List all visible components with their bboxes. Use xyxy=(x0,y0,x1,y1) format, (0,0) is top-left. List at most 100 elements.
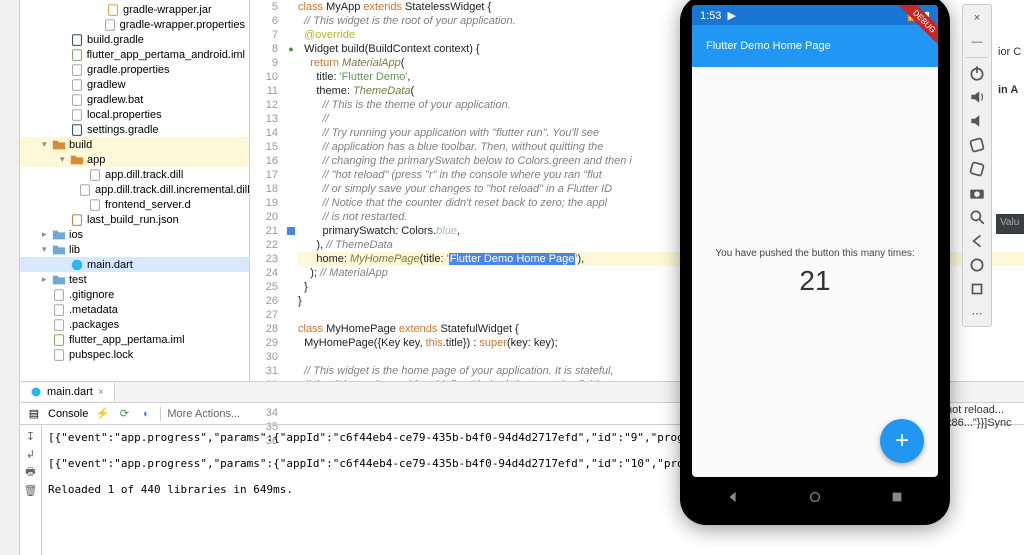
home-icon[interactable] xyxy=(968,256,986,274)
tree-item-label: ios xyxy=(69,229,83,241)
tree-item[interactable]: gradle.properties xyxy=(20,62,249,77)
tree-item[interactable]: build.gradle xyxy=(20,32,249,47)
tree-item[interactable]: pubspec.lock xyxy=(20,347,249,362)
iml-icon xyxy=(52,333,66,347)
behind-console-text: hot reload... x86..."}}]Sync xyxy=(946,403,1012,429)
devtools-icon[interactable]: ◐ xyxy=(138,406,154,422)
power-icon[interactable] xyxy=(968,64,986,82)
file-icon xyxy=(70,63,84,77)
tree-item-label: app xyxy=(87,154,105,166)
tree-item-label: build xyxy=(69,139,92,151)
tree-item[interactable]: ▾build xyxy=(20,137,249,152)
tree-item-label: frontend_server.d xyxy=(105,199,191,211)
tree-item[interactable]: gradle-wrapper.jar xyxy=(20,2,249,17)
file-icon xyxy=(52,303,66,317)
camera-icon[interactable] xyxy=(968,184,986,202)
console-gutter: ↧ ↲ 🖶 🗑 xyxy=(20,425,42,555)
tree-item-label: flutter_app_pertama_android.iml xyxy=(87,49,245,61)
file-icon xyxy=(70,93,84,107)
minimize-icon[interactable]: — xyxy=(968,33,986,51)
close-icon[interactable]: × xyxy=(968,9,986,27)
tree-item-label: last_build_run.json xyxy=(87,214,179,226)
iml-icon xyxy=(70,48,84,62)
tree-item-label: gradlew.bat xyxy=(87,94,143,106)
folder-icon xyxy=(52,243,66,257)
app-bar-title: Flutter Demo Home Page xyxy=(706,40,831,52)
tree-item[interactable]: .gitignore xyxy=(20,287,249,302)
hot-reload-icon[interactable]: ⚡ xyxy=(94,406,110,422)
volume-down-icon[interactable] xyxy=(968,112,986,130)
tree-item-label: lib xyxy=(69,244,80,256)
tree-item-label: gradle-wrapper.properties xyxy=(120,19,245,31)
tree-item-label: gradlew xyxy=(87,79,126,91)
tree-item[interactable]: ▸test xyxy=(20,272,249,287)
tree-item[interactable]: gradle-wrapper.properties xyxy=(20,17,249,32)
emulator-toolbar: × — ⋯ xyxy=(962,4,992,327)
wrap-icon[interactable]: ↲ xyxy=(24,447,38,461)
tree-item-label: gradle.properties xyxy=(87,64,170,76)
file-icon xyxy=(88,198,102,212)
nav-recent-icon[interactable] xyxy=(890,490,904,504)
counter-value: 21 xyxy=(799,265,830,297)
tree-item[interactable]: flutter_app_pertama_android.iml xyxy=(20,47,249,62)
back-icon[interactable] xyxy=(968,232,986,250)
emulator-screen[interactable]: 1:53 ▶ 📶 ▮ Flutter Demo Home Page DEBUG … xyxy=(692,5,938,477)
print-icon[interactable]: 🖶 xyxy=(24,465,38,479)
tree-item-label: test xyxy=(69,274,87,286)
tree-item-label: app.dill.track.dill.incremental.dill xyxy=(95,184,250,196)
tree-item-label: local.properties xyxy=(87,109,162,121)
tree-item-label: build.gradle xyxy=(87,34,144,46)
tree-item[interactable]: gradlew.bat xyxy=(20,92,249,107)
tree-item[interactable]: main.dart xyxy=(20,257,249,272)
tree-item[interactable]: frontend_server.d xyxy=(20,197,249,212)
tree-item[interactable]: local.properties xyxy=(20,107,249,122)
console-title: Console xyxy=(48,408,88,420)
dart-icon xyxy=(30,386,42,398)
file-icon xyxy=(70,108,84,122)
tree-item[interactable]: gradlew xyxy=(20,77,249,92)
overview-icon[interactable] xyxy=(968,280,986,298)
tree-item[interactable]: app.dill.track.dill xyxy=(20,167,249,182)
file-icon xyxy=(70,78,84,92)
gradle-icon xyxy=(70,33,84,47)
json-icon xyxy=(70,213,84,227)
tree-item-label: app.dill.track.dill xyxy=(105,169,183,181)
behind-text: in A xyxy=(998,84,1018,96)
tree-item[interactable]: last_build_run.json xyxy=(20,212,249,227)
tree-item[interactable]: .metadata xyxy=(20,302,249,317)
rotate-left-icon[interactable] xyxy=(968,136,986,154)
nav-home-icon[interactable] xyxy=(808,490,822,504)
close-icon[interactable]: × xyxy=(98,387,104,398)
android-emulator: 1:53 ▶ 📶 ▮ Flutter Demo Home Page DEBUG … xyxy=(680,0,950,525)
rotate-right-icon[interactable] xyxy=(968,160,986,178)
folder-o-icon xyxy=(52,138,66,152)
tab-label: main.dart xyxy=(47,386,93,398)
scroll-down-icon[interactable]: ↧ xyxy=(24,429,38,443)
tree-item[interactable]: app.dill.track.dill.incremental.dill xyxy=(20,182,249,197)
more-icon[interactable]: ⋯ xyxy=(968,304,986,322)
file-icon xyxy=(52,318,66,332)
tree-item[interactable]: flutter_app_pertama.iml xyxy=(20,332,249,347)
project-tree[interactable]: gradle-wrapper.jar gradle-wrapper.propert… xyxy=(20,0,250,381)
more-actions-link[interactable]: More Actions... xyxy=(167,408,240,420)
tree-item-label: gradle-wrapper.jar xyxy=(123,4,212,16)
tree-item[interactable]: .packages xyxy=(20,317,249,332)
restart-icon[interactable]: ⟳ xyxy=(116,406,132,422)
tree-item[interactable]: ▸ios xyxy=(20,227,249,242)
left-tool-gutter[interactable] xyxy=(0,0,20,555)
tree-item-label: .metadata xyxy=(69,304,118,316)
nav-back-icon[interactable] xyxy=(726,490,740,504)
tree-item-label: settings.gradle xyxy=(87,124,159,136)
app-bar: Flutter Demo Home Page xyxy=(692,25,938,67)
console-toggle-icon[interactable]: ▤ xyxy=(26,406,42,422)
clear-icon[interactable]: 🗑 xyxy=(24,483,38,497)
volume-up-icon[interactable] xyxy=(968,88,986,106)
tab-main-dart[interactable]: main.dart × xyxy=(20,383,115,401)
tree-item[interactable]: ▾lib xyxy=(20,242,249,257)
behind-panel: Valu xyxy=(996,214,1024,234)
zoom-icon[interactable] xyxy=(968,208,986,226)
tree-item[interactable]: ▾app xyxy=(20,152,249,167)
dart-icon xyxy=(70,258,84,272)
tree-item[interactable]: settings.gradle xyxy=(20,122,249,137)
fab-add-button[interactable]: + xyxy=(880,419,924,463)
